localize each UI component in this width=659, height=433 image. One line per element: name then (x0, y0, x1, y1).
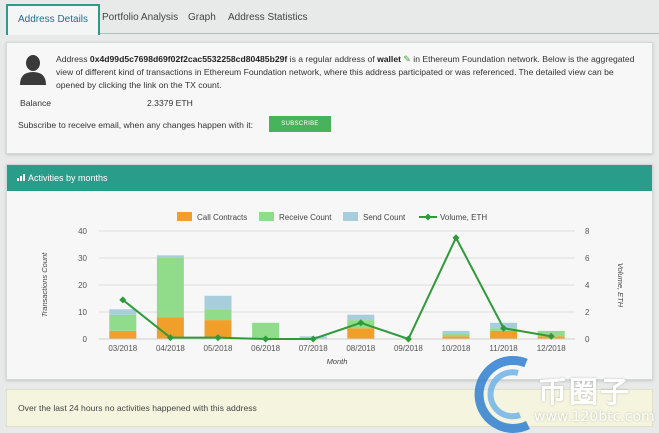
y2-tick-label: 0 (585, 335, 590, 344)
tab-address-details[interactable]: Address Details (6, 4, 101, 35)
bar-call-contracts (490, 330, 518, 339)
x-tick-label: 07/2018 (299, 344, 328, 353)
x-tick-label: 05/2018 (204, 344, 233, 353)
bar-receive-count (204, 309, 232, 321)
activities-title: Activities by months (28, 173, 108, 183)
legend-label: Volume, ETH (440, 213, 487, 222)
y2-tick-label: 4 (585, 281, 590, 290)
activities-chart: 0 10 20 30 40 0 2 4 6 8 03/2018 04/2018 05/2018 06/20… (40, 212, 625, 366)
legend-label: Send Count (363, 213, 406, 222)
tab-portfolio-analysis[interactable]: Portfolio Analysis (92, 4, 188, 34)
legend-swatch (177, 212, 192, 221)
x-tick-label: 11/2018 (489, 344, 518, 353)
address-details-panel: Address 0x4d99d5c7698d69f02f2cac5532258c… (6, 42, 653, 154)
balance-value: 2.3379 ETH (147, 98, 193, 108)
legend-swatch (343, 212, 358, 221)
watermark-cn: 币圈子 (538, 375, 632, 409)
avatar (20, 55, 46, 85)
x-tick-label: 03/2018 (108, 344, 137, 353)
y-axis-label: Transactions Count (40, 252, 49, 317)
activities-header: Activities by months (7, 165, 652, 191)
watermark-logo-icon (474, 355, 530, 433)
x-tick-label: 04/2018 (156, 344, 185, 353)
legend-label: Receive Count (279, 213, 332, 222)
bar-send-count (347, 314, 375, 321)
owner-label: wallet (377, 54, 401, 64)
watermark-url: www.120btc.com (534, 409, 655, 425)
y2-tick-label: 2 (585, 308, 590, 317)
bar-send-count (442, 330, 470, 334)
balance-label: Balance (20, 98, 52, 108)
x-tick-label: 08/2018 (346, 344, 375, 353)
y-tick-label: 10 (78, 308, 87, 317)
activities-panel: Activities by months 0 10 20 30 40 0 2 4 6 8 03/20… (6, 164, 653, 380)
bar-receive-count (442, 333, 470, 337)
tab-bar: Address Details Portfolio Analysis Graph… (6, 4, 659, 35)
y2-tick-label: 6 (585, 254, 590, 263)
volume-point (404, 335, 412, 343)
bar-send-count (109, 309, 137, 315)
bar-receive-count (109, 314, 137, 331)
bar-call-contracts (109, 330, 137, 339)
activity-notice-text: Over the last 24 hours no activities hap… (18, 403, 257, 413)
x-tick-label: 09/2018 (394, 344, 423, 353)
address-description: Address 0x4d99d5c7698d69f02f2cac5532258c… (56, 54, 635, 90)
y-tick-label: 30 (78, 254, 87, 263)
address-value: 0x4d99d5c7698d69f02f2cac5532258cd80485b2… (89, 54, 288, 64)
x-tick-label: 12/2018 (537, 344, 566, 353)
legend-swatch (259, 212, 274, 221)
subscribe-text: Subscribe to receive email, when any cha… (18, 120, 254, 130)
pencil-icon[interactable]: ✎ (403, 54, 411, 64)
y-tick-label: 20 (78, 281, 87, 290)
bar-chart-icon (17, 174, 25, 182)
watermark: 币圈子 www.120btc.com (466, 355, 659, 433)
volume-point (452, 234, 460, 242)
bar-call-contracts (347, 328, 375, 339)
tab-address-statistics[interactable]: Address Statistics (218, 4, 317, 34)
legend-marker (424, 213, 432, 221)
legend-label: Call Contracts (197, 213, 247, 222)
x-tick-label: 10/2018 (442, 344, 471, 353)
x-tick-label: 06/2018 (251, 344, 280, 353)
x-axis-label: Month (327, 357, 348, 366)
bar-receive-count (156, 258, 184, 318)
y-tick-label: 0 (83, 335, 88, 344)
volume-line (122, 235, 552, 341)
y2-axis-label: Volume, ETH (616, 263, 625, 308)
bar-send-count (156, 255, 184, 258)
y2-tick-label: 8 (585, 227, 590, 236)
y-tick-label: 40 (78, 227, 87, 236)
bar-send-count (204, 295, 232, 310)
subscribe-button[interactable]: SUBSCRIBE (269, 116, 331, 132)
